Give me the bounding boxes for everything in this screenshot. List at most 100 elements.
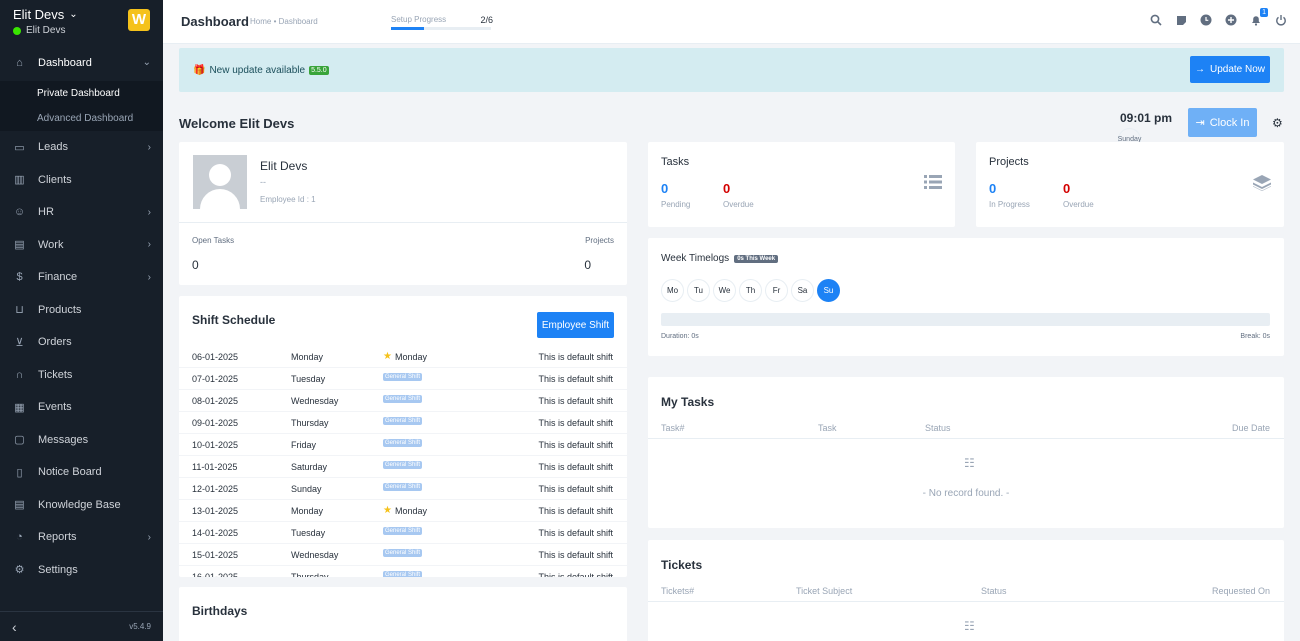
sidebar-item-label: Products: [38, 303, 82, 316]
weekday-sa[interactable]: Sa: [791, 279, 814, 302]
collapse-sidebar-icon[interactable]: ‹: [12, 619, 17, 635]
shift-badge[interactable]: General Shift: [383, 373, 423, 381]
sidebar-item-tickets[interactable]: ∩ Tickets: [0, 359, 163, 392]
employee-designation: --: [260, 177, 266, 187]
shift-cell: General Shift: [383, 483, 423, 491]
sidebar-item-settings[interactable]: ⚙ Settings: [0, 554, 163, 587]
shift-day: Tuesday: [291, 374, 326, 384]
shift-badge[interactable]: General Shift: [383, 483, 423, 491]
shift-note: This is default shift: [538, 396, 613, 406]
shift-note: This is default shift: [538, 550, 613, 560]
basket-icon: ⊔: [15, 304, 24, 317]
sidebar-item-work[interactable]: ▤ Work ›: [0, 229, 163, 262]
my-tasks-title: My Tasks: [661, 395, 715, 409]
sidebar-item-leads[interactable]: ▭ Leads ›: [0, 131, 163, 164]
sidebar-item-clients[interactable]: ▥ Clients: [0, 164, 163, 197]
chevron-down-icon: ⌄: [69, 9, 78, 20]
add-icon[interactable]: [1224, 13, 1238, 27]
shift-badge[interactable]: General Shift: [383, 439, 423, 447]
in-progress-projects-label: In Progress: [989, 200, 1030, 209]
user-label: Elit Devs: [26, 25, 66, 36]
message-icon: ▢: [14, 434, 25, 447]
setup-progress-bar: [391, 27, 491, 30]
shift-badge[interactable]: General Shift: [383, 571, 423, 577]
sidebar-item-label: Orders: [38, 336, 72, 349]
sidebar-item-label: Reports: [38, 531, 77, 544]
chevron-down-icon: ⌄: [142, 57, 151, 68]
sidebar-subitem-private-dashboard[interactable]: Private Dashboard: [0, 81, 163, 106]
search-icon[interactable]: [1149, 13, 1163, 27]
shift-day: Monday: [291, 506, 324, 516]
sticky-note-icon[interactable]: [1174, 13, 1188, 27]
setup-progress[interactable]: Setup Progress 2/6: [391, 15, 493, 30]
breadcrumb[interactable]: Home • Dashboard: [250, 17, 318, 26]
shift-cell: General Shift: [383, 527, 423, 535]
sidebar-item-dashboard[interactable]: ⌂ Dashboard ⌄: [0, 44, 163, 81]
birthdays-card: Birthdays: [179, 587, 627, 641]
shift-badge[interactable]: General Shift: [383, 549, 423, 557]
shift-badge[interactable]: General Shift: [383, 527, 423, 535]
sidebar-item-knowledge-base[interactable]: ▤ Knowledge Base: [0, 489, 163, 522]
weekday-th[interactable]: Th: [739, 279, 762, 302]
shift-note: This is default shift: [538, 528, 613, 538]
clock-icon[interactable]: [1199, 13, 1213, 27]
open-tasks-value[interactable]: 0: [192, 258, 199, 272]
sidebar-item-label: Events: [38, 401, 72, 414]
shift-badge[interactable]: General Shift: [383, 417, 423, 425]
shift-badge[interactable]: General Shift: [383, 461, 423, 469]
projects-card: Projects 0 In Progress 0 Overdue: [976, 142, 1284, 227]
sidebar-item-messages[interactable]: ▢ Messages: [0, 424, 163, 457]
table-row: 08-01-2025 Wednesday General Shift This is …: [179, 390, 627, 412]
setup-progress-count: 2/6: [480, 15, 493, 25]
clock-in-label: Clock In: [1209, 116, 1250, 129]
sidebar-item-notice-board[interactable]: ▯ Notice Board: [0, 456, 163, 489]
sidebar-item-orders[interactable]: ⊻ Orders: [0, 326, 163, 359]
employee-shift-button[interactable]: Employee Shift: [537, 312, 614, 338]
shift-note: This is default shift: [538, 418, 613, 428]
table-row: 14-01-2025 Tuesday General Shift This is de…: [179, 522, 627, 544]
shift-note: This is default shift: [538, 374, 613, 384]
power-icon[interactable]: [1274, 13, 1288, 27]
weekday-mo[interactable]: Mo: [661, 279, 684, 302]
column-header-due-date: Due Date: [1231, 423, 1270, 433]
column-header-task-number: Task#: [661, 423, 685, 433]
tickets-title: Tickets: [661, 558, 703, 572]
weekday-fr[interactable]: Fr: [765, 279, 788, 302]
overdue-tasks-label: Overdue: [723, 200, 754, 209]
sidebar-item-finance[interactable]: $ Finance ›: [0, 261, 163, 294]
gift-icon: 🎁: [193, 65, 206, 76]
weekday-tu[interactable]: Tu: [687, 279, 710, 302]
bell-icon[interactable]: 1: [1249, 8, 1268, 27]
shift-date: 15-01-2025: [192, 550, 239, 560]
weekday-we[interactable]: We: [713, 279, 736, 302]
sidebar-item-reports[interactable]: ◔ Reports ›: [0, 521, 163, 554]
weekday-su[interactable]: Su: [817, 279, 840, 302]
sidebar-item-hr[interactable]: ☺ HR ›: [0, 196, 163, 229]
sidebar-item-events[interactable]: ▦ Events: [0, 391, 163, 424]
update-now-button[interactable]: → Update Now: [1190, 56, 1270, 83]
overdue-tasks-value[interactable]: 0: [723, 181, 730, 196]
gear-icon[interactable]: ⚙: [1272, 116, 1283, 130]
shift-day: Wednesday: [291, 550, 339, 560]
in-progress-projects-value[interactable]: 0: [989, 181, 996, 196]
shift-day: Monday: [291, 352, 324, 362]
chevron-right-icon: ›: [147, 531, 151, 543]
brand[interactable]: Elit Devs ⌄ Elit Devs W: [0, 0, 163, 44]
sidebar-item-products[interactable]: ⊔ Products: [0, 294, 163, 327]
clock-time: 09:01 pm: [1119, 111, 1172, 125]
shift-day: Wednesday: [291, 396, 339, 406]
company-label: Elit Devs: [13, 7, 65, 22]
projects-value[interactable]: 0: [584, 258, 591, 272]
pending-tasks-value[interactable]: 0: [661, 181, 668, 196]
shift-date: 10-01-2025: [192, 440, 239, 450]
employee-name[interactable]: Elit Devs: [260, 159, 307, 173]
shift-cell: ★ Monday: [383, 505, 427, 516]
clock-in-button[interactable]: ⇥ Clock In: [1188, 108, 1257, 137]
sidebar-subitem-advanced-dashboard[interactable]: Advanced Dashboard: [0, 106, 163, 131]
overdue-projects-value[interactable]: 0: [1063, 181, 1070, 196]
update-text: New update available: [209, 65, 306, 76]
shift-badge[interactable]: General Shift: [383, 395, 423, 403]
shift-cell: General Shift: [383, 549, 423, 557]
chart-icon: ▥: [14, 174, 25, 187]
pending-tasks-label: Pending: [661, 200, 691, 209]
